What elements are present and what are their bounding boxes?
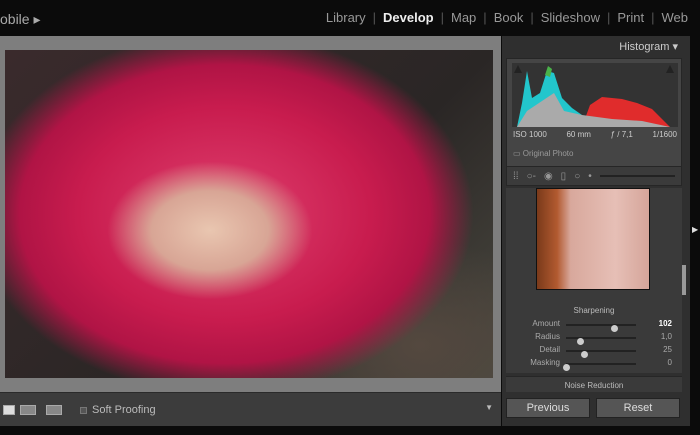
masking-track[interactable] bbox=[563, 363, 636, 371]
module-map[interactable]: Map bbox=[451, 10, 476, 25]
module-picker: Library | Develop | Map | Book | Slideshow | … bbox=[325, 10, 689, 25]
focal-length: 60 mm bbox=[566, 130, 591, 139]
before-after-split-icon[interactable] bbox=[46, 405, 62, 415]
red-eye-icon[interactable]: ◉ bbox=[544, 171, 553, 182]
detail-thumb[interactable] bbox=[580, 351, 588, 358]
original-photo-label: ▭ Original Photo bbox=[513, 149, 574, 158]
shutter-speed: 1/1600 bbox=[652, 130, 677, 139]
detail-label: Detail bbox=[539, 345, 560, 354]
noise-reduction-header[interactable]: Noise Reduction bbox=[506, 376, 682, 392]
panel-scrollbar[interactable] bbox=[682, 265, 686, 295]
adjustment-brush-icon[interactable]: • bbox=[588, 171, 592, 182]
sharpening-title: Sharpening bbox=[573, 306, 615, 315]
tool-slider[interactable] bbox=[599, 175, 675, 177]
graduated-filter-icon[interactable]: ▯ bbox=[561, 171, 567, 182]
amount-track[interactable] bbox=[566, 324, 636, 332]
masking-value[interactable]: 0 bbox=[668, 358, 672, 367]
histogram-panel: ISO 1000 60 mm ƒ / 7,1 1/1600 ▭ Original… bbox=[506, 58, 682, 170]
right-panel: Histogram ▾ ISO 1000 60 mm ƒ / 7,1 1/160… bbox=[502, 36, 690, 426]
toolbar-menu-icon[interactable]: ▼ bbox=[485, 403, 493, 412]
collapse-right-panel-icon[interactable]: ▶ bbox=[692, 225, 698, 234]
radius-track[interactable] bbox=[566, 337, 636, 345]
module-book[interactable]: Book bbox=[494, 10, 524, 25]
image-canvas[interactable] bbox=[0, 36, 501, 392]
detail-panel: Sharpening Amount 102 Radius 1,0 Detail … bbox=[506, 188, 682, 373]
reset-button[interactable]: Reset bbox=[596, 398, 680, 418]
previous-button[interactable]: Previous bbox=[506, 398, 590, 418]
amount-slider[interactable]: Amount 102 bbox=[506, 319, 682, 332]
module-print[interactable]: Print bbox=[617, 10, 644, 25]
radius-slider[interactable]: Radius 1,0 bbox=[506, 332, 682, 345]
histogram-highlight-clip-icon bbox=[666, 65, 674, 73]
aperture: ƒ / 7,1 bbox=[610, 130, 633, 139]
radius-value[interactable]: 1,0 bbox=[661, 332, 672, 341]
spot-removal-icon[interactable]: ○- bbox=[527, 171, 536, 182]
radius-label: Radius bbox=[535, 332, 560, 341]
exif-info: ISO 1000 60 mm ƒ / 7,1 1/1600 bbox=[513, 130, 677, 139]
masking-label: Masking bbox=[530, 358, 560, 367]
crop-tool-icon[interactable]: ⁞⁞ bbox=[513, 171, 519, 182]
detail-value[interactable]: 25 bbox=[663, 345, 672, 354]
radius-thumb[interactable] bbox=[577, 338, 584, 345]
bottom-toolbar: Soft Proofing ▼ bbox=[0, 392, 501, 426]
module-slideshow[interactable]: Slideshow bbox=[541, 10, 600, 25]
module-library[interactable]: Library bbox=[326, 10, 366, 25]
detail-track[interactable] bbox=[566, 350, 636, 358]
detail-zoom-preview[interactable] bbox=[536, 188, 650, 290]
histogram-header[interactable]: Histogram ▾ bbox=[619, 40, 678, 53]
iso-value: ISO 1000 bbox=[513, 130, 547, 139]
detail-slider[interactable]: Detail 25 bbox=[506, 345, 682, 358]
soft-proofing-toggle[interactable]: Soft Proofing bbox=[80, 404, 156, 416]
before-after-icon[interactable] bbox=[20, 405, 36, 415]
masking-thumb[interactable] bbox=[563, 364, 570, 371]
histogram-graph bbox=[512, 63, 678, 127]
module-web[interactable]: Web bbox=[662, 10, 689, 25]
identity-plate[interactable]: obile ▸ bbox=[0, 11, 41, 28]
amount-value[interactable]: 102 bbox=[659, 319, 672, 328]
amount-thumb[interactable] bbox=[610, 325, 618, 332]
module-bar: obile ▸ Library | Develop | Map | Book | Sli… bbox=[0, 0, 700, 36]
loupe-view-icon[interactable] bbox=[3, 405, 15, 415]
photo-preview[interactable] bbox=[5, 50, 493, 378]
module-develop[interactable]: Develop bbox=[383, 10, 434, 25]
radial-filter-icon[interactable]: ○ bbox=[574, 171, 580, 182]
histogram-shadow-clip-icon bbox=[514, 65, 522, 73]
tool-strip: ⁞⁞ ○- ◉ ▯ ○ • bbox=[506, 166, 682, 186]
soft-proofing-checkbox[interactable] bbox=[80, 406, 87, 414]
masking-slider[interactable]: Masking 0 bbox=[506, 358, 682, 371]
soft-proofing-label: Soft Proofing bbox=[92, 404, 156, 416]
amount-label: Amount bbox=[532, 319, 560, 328]
